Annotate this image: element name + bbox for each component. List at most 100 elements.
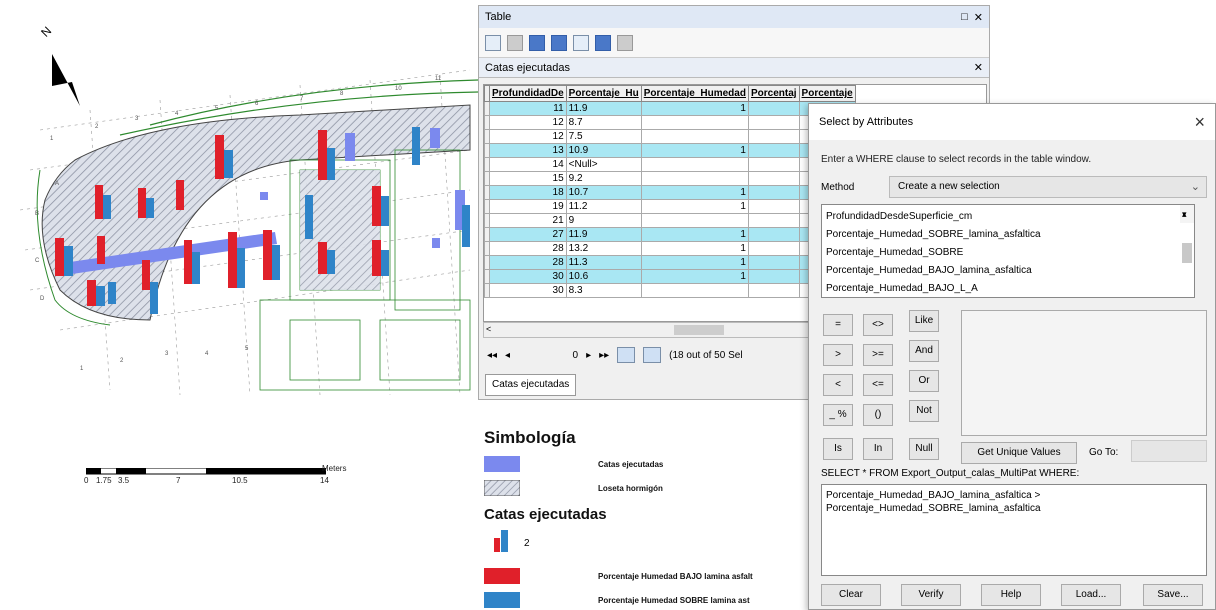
delete-icon[interactable] — [617, 34, 633, 51]
where-clause-textarea[interactable]: Porcentaje_Humedad_BAJO_lamina_asfaltica… — [821, 484, 1207, 576]
table-cell[interactable] — [640, 213, 749, 228]
restore-icon[interactable]: □ — [961, 11, 968, 23]
table-cell[interactable]: 9.2 — [565, 171, 642, 186]
method-dropdown[interactable]: Create a new selection ⌄ — [889, 176, 1207, 198]
table-cell[interactable]: 10.7 — [565, 185, 642, 200]
table-cell[interactable]: 1 — [640, 185, 749, 200]
save-button[interactable]: Save... — [1143, 584, 1203, 606]
scroll-left-icon[interactable]: < — [486, 324, 491, 334]
table-row[interactable]: 30 10.6 1 — [484, 269, 856, 284]
table-cell[interactable]: 30 — [489, 283, 567, 298]
get-unique-values-button[interactable]: Get Unique Values — [961, 442, 1077, 464]
table-cell[interactable]: 11.9 — [565, 101, 642, 116]
op-in-button[interactable]: In — [863, 438, 893, 460]
op-not-button[interactable]: Not — [909, 400, 939, 422]
table-cell[interactable]: 13 — [489, 143, 567, 158]
unique-values-list[interactable] — [961, 310, 1207, 436]
table-cell[interactable] — [747, 171, 800, 186]
select-by-attributes-icon[interactable] — [529, 34, 545, 51]
table-cell[interactable] — [640, 157, 749, 172]
table-cell[interactable] — [640, 115, 749, 130]
column-header[interactable]: Porcentaje_Hu — [565, 85, 642, 102]
field-list[interactable]: ProfundidadDesdeSuperficie_cm Porcentaje… — [821, 204, 1195, 298]
table-cell[interactable]: 12 — [489, 115, 567, 130]
select-by-attributes-dialog[interactable]: Select by Attributes × Enter a WHERE cla… — [808, 103, 1216, 610]
table-cell[interactable]: 15 — [489, 171, 567, 186]
table-row[interactable]: 27 11.9 1 — [484, 227, 856, 242]
table-cell[interactable]: 11.3 — [565, 255, 642, 270]
help-button[interactable]: Help — [981, 584, 1041, 606]
table-cell[interactable]: 11.2 — [565, 199, 642, 214]
first-record-icon[interactable]: ◂◂ — [487, 350, 497, 361]
table-row[interactable]: 19 11.2 1 — [484, 199, 856, 214]
table-cell[interactable] — [747, 269, 800, 284]
table-row[interactable]: 15 9.2 — [484, 171, 856, 186]
field-item[interactable]: ProfundidadDesdeSuperficie_cm — [826, 208, 1190, 226]
table-cell[interactable] — [747, 101, 800, 116]
table-cell[interactable]: 28 — [489, 255, 567, 270]
field-item[interactable]: Porcentaje_Humedad_SOBRE_lamina_asfaltic… — [826, 226, 1190, 244]
op-is-button[interactable]: Is — [823, 438, 853, 460]
switch-selection-icon[interactable] — [551, 34, 567, 51]
column-header[interactable]: Porcentaje — [798, 85, 856, 102]
table-cell[interactable] — [747, 255, 800, 270]
last-record-icon[interactable]: ▸▸ — [599, 350, 609, 361]
table-window-titlebar[interactable]: Table □ ✕ — [479, 6, 989, 28]
op-and-button[interactable]: And — [909, 340, 939, 362]
column-header[interactable]: ProfundidadDe — [489, 85, 567, 102]
load-button[interactable]: Load... — [1061, 584, 1121, 606]
map-view[interactable]: ABCD 1234 5678 10 11 12345 N — [0, 0, 479, 420]
close-icon[interactable]: ✕ — [974, 11, 983, 24]
table-cell[interactable]: <Null> — [565, 157, 642, 172]
field-item[interactable]: Porcentaje_Humedad_BAJO_lamina_asfaltica — [826, 262, 1190, 280]
table-row[interactable]: 28 13.2 1 — [484, 241, 856, 256]
table-cell[interactable] — [747, 283, 800, 298]
op-greater-button[interactable]: > — [823, 344, 853, 366]
table-cell[interactable]: 1 — [640, 101, 749, 116]
show-selected-records-icon[interactable] — [643, 347, 662, 363]
table-cell[interactable]: 1 — [640, 241, 749, 256]
table-cell[interactable]: 9 — [565, 213, 642, 228]
table-row[interactable]: 12 8.7 — [484, 115, 856, 130]
table-cell[interactable]: 10.6 — [565, 269, 642, 284]
show-all-records-icon[interactable] — [617, 347, 636, 363]
op-wildcard-button[interactable]: _ % — [823, 404, 853, 426]
column-header[interactable]: Porcentaj — [747, 85, 800, 102]
table-cell[interactable]: 11 — [489, 101, 567, 116]
table-cell[interactable]: 8.3 — [565, 283, 642, 298]
table-cell[interactable]: 30 — [489, 269, 567, 284]
table-cell[interactable]: 11.9 — [565, 227, 642, 242]
dialog-titlebar[interactable]: Select by Attributes × — [809, 104, 1215, 140]
table-cell[interactable]: 7.5 — [565, 129, 642, 144]
table-cell[interactable] — [747, 227, 800, 242]
op-greater-equal-button[interactable]: >= — [863, 344, 893, 366]
close-layer-icon[interactable]: ✕ — [974, 61, 983, 74]
table-row[interactable]: 11 11.9 1 — [484, 101, 856, 116]
close-icon[interactable]: × — [1194, 112, 1205, 133]
clear-selection-icon[interactable] — [573, 34, 589, 51]
table-cell[interactable]: 1 — [640, 143, 749, 158]
table-cell[interactable]: 1 — [640, 269, 749, 284]
table-cell[interactable] — [640, 129, 749, 144]
vertical-scrollbar[interactable]: ▴ ▾ — [1180, 205, 1194, 263]
table-options-icon[interactable] — [485, 34, 501, 51]
table-cell[interactable]: 12 — [489, 129, 567, 144]
table-cell[interactable]: 10.9 — [565, 143, 642, 158]
table-row[interactable]: 14 <Null> — [484, 157, 856, 172]
table-cell[interactable]: 13.2 — [565, 241, 642, 256]
table-row[interactable]: 18 10.7 1 — [484, 185, 856, 200]
table-cell[interactable] — [747, 241, 800, 256]
table-cell[interactable]: 21 — [489, 213, 567, 228]
table-cell[interactable]: 8.7 — [565, 115, 642, 130]
op-less-button[interactable]: < — [823, 374, 853, 396]
table-cell[interactable]: 18 — [489, 185, 567, 200]
field-item[interactable]: Porcentaje_Humedad_BAJO_L_A — [826, 280, 1190, 298]
table-cell[interactable] — [747, 129, 800, 144]
op-parentheses-button[interactable]: () — [863, 404, 893, 426]
table-cell[interactable]: 1 — [640, 255, 749, 270]
record-position[interactable]: 0 — [518, 350, 579, 361]
table-cell[interactable] — [640, 283, 749, 298]
table-cell[interactable]: 1 — [640, 199, 749, 214]
table-cell[interactable] — [747, 199, 800, 214]
prev-record-icon[interactable]: ◂ — [505, 350, 510, 361]
